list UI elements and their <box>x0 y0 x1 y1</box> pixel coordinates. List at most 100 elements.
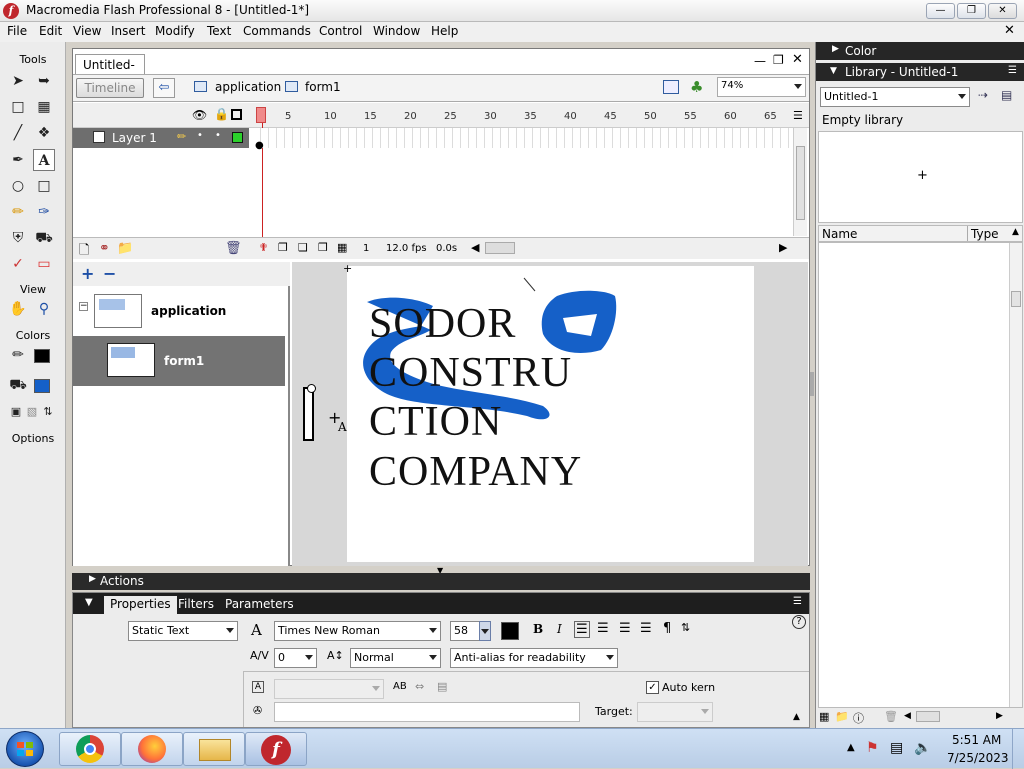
document-tab[interactable]: Untitled-1* <box>75 54 145 86</box>
text-tool-icon[interactable]: A <box>33 149 55 171</box>
pin-library-icon[interactable]: ⇢ <box>978 88 988 102</box>
zoom-tool-icon[interactable]: ⚲ <box>33 298 55 320</box>
visibility-dot[interactable]: • <box>197 130 203 141</box>
form-handle[interactable] <box>303 387 314 441</box>
doc-close-icon[interactable]: ✕ <box>792 52 803 67</box>
stage-text-line[interactable]: CONSTRU <box>369 349 572 397</box>
show-hidden-icons[interactable]: ▲ <box>847 742 855 753</box>
frame-track[interactable] <box>253 128 791 148</box>
stage-text-line[interactable]: COMPANY <box>369 448 582 496</box>
library-scroll-left-icon[interactable]: ◀ <box>904 711 911 721</box>
delete-layer-icon[interactable]: 🗑 <box>225 241 242 256</box>
properties-icon[interactable]: ⓘ <box>853 710 864 726</box>
menu-help[interactable]: Help <box>431 24 458 38</box>
insert-folder-icon[interactable]: 📁 <box>117 241 133 256</box>
timeline-vscroll[interactable] <box>793 128 807 236</box>
modify-onion-markers-icon[interactable]: ▦ <box>337 241 347 254</box>
library-scroll-right-icon[interactable]: ▶ <box>996 711 1003 721</box>
brush-tool-icon[interactable]: ✑ <box>33 201 55 223</box>
volume-icon[interactable]: 🔈 <box>914 740 931 756</box>
action-center-icon[interactable]: ⚑ <box>866 740 879 756</box>
swap-colors-icon[interactable]: ⇅ <box>37 401 59 423</box>
back-arrow-icon[interactable]: ⇦ <box>153 78 175 98</box>
ink-bottle-icon[interactable]: ⛨ <box>7 227 29 249</box>
edit-scene-icon[interactable] <box>663 80 679 94</box>
library-hscroll-thumb[interactable] <box>916 711 940 722</box>
library-panel-header[interactable]: ▼ Library - Untitled-1 ☰ <box>816 63 1024 81</box>
clock-time[interactable]: 5:51 AM <box>952 733 1001 747</box>
timeline-hscroll-thumb[interactable] <box>485 242 515 254</box>
paragraph-icon[interactable]: ¶ <box>663 621 671 636</box>
column-type[interactable]: Type <box>971 227 999 241</box>
delete-item-icon[interactable]: 🗑 <box>884 710 898 723</box>
actions-panel-header[interactable]: ▶ Actions <box>72 573 810 590</box>
eraser-icon[interactable]: ▭ <box>33 253 55 275</box>
layer-name[interactable]: Layer 1 <box>112 131 157 145</box>
edit-multiple-frames-icon[interactable]: ❒ <box>318 241 328 254</box>
auto-kern-checkbox[interactable]: ✓ <box>646 681 659 694</box>
lock-icon[interactable]: 🔒 <box>214 107 229 121</box>
stage-text-line[interactable]: SODOR <box>369 300 516 348</box>
selection-tool-icon[interactable]: ➤ <box>7 70 29 92</box>
edit-symbols-icon[interactable]: ♣ <box>690 78 703 96</box>
letter-spacing-input[interactable]: 0 <box>274 648 317 668</box>
paint-bucket-icon[interactable]: ⛟ <box>33 227 55 249</box>
stage-text-line[interactable]: CTION <box>369 398 502 446</box>
outline-icon[interactable] <box>231 109 242 120</box>
restore-button[interactable]: ❐ <box>957 3 986 19</box>
italic-icon[interactable]: I <box>557 622 562 636</box>
justify-icon[interactable]: ☰ <box>640 621 652 636</box>
clock-date[interactable]: 7/25/2023 <box>947 751 1009 765</box>
outline-color-swatch[interactable] <box>232 132 243 143</box>
link-input[interactable] <box>274 702 580 722</box>
pen-tool-icon[interactable]: ✒ <box>7 149 29 171</box>
menu-text[interactable]: Text <box>207 24 231 38</box>
timeline-toggle-button[interactable]: Timeline <box>76 78 144 98</box>
resize-corner-icon[interactable]: ▲ <box>793 712 800 722</box>
library-list[interactable] <box>818 242 1023 708</box>
collapse-arrow-icon[interactable]: ▼ <box>85 597 93 608</box>
library-vscroll[interactable] <box>1009 243 1022 707</box>
free-transform-icon[interactable]: □ <box>7 96 29 118</box>
fill-transform-icon[interactable]: ▦ <box>33 96 55 118</box>
align-center-icon[interactable]: ☰ <box>597 621 609 636</box>
menu-window[interactable]: Window <box>373 24 420 38</box>
bold-icon[interactable]: B <box>533 622 543 636</box>
lasso-tool-icon[interactable]: ❖ <box>33 122 55 144</box>
menu-insert[interactable]: Insert <box>111 24 145 38</box>
remove-screen-icon[interactable]: − <box>103 264 116 283</box>
network-icon[interactable]: ▤ <box>890 740 903 756</box>
new-symbol-icon[interactable]: ▦ <box>819 710 829 723</box>
anti-alias-select[interactable]: Anti-alias for readability <box>450 648 618 668</box>
library-menu-icon[interactable]: ☰ <box>1008 65 1017 76</box>
font-size-slider-icon[interactable] <box>479 621 491 641</box>
center-frame-icon[interactable]: ✟ <box>259 241 268 254</box>
panel-menu-icon[interactable]: ☰ <box>793 596 802 607</box>
line-tool-icon[interactable]: ╱ <box>7 122 29 144</box>
color-panel-header[interactable]: ▶ Color <box>816 42 1024 60</box>
doc-minimize-icon[interactable]: — <box>754 54 766 68</box>
frame-ruler[interactable]: 5 10 15 20 25 30 35 40 45 50 55 60 65 <box>253 103 791 128</box>
new-folder-icon[interactable]: 📁 <box>835 710 849 723</box>
hand-tool-icon[interactable]: ✋ <box>7 298 29 320</box>
onion-skin-icon[interactable]: ❐ <box>278 241 288 254</box>
menu-commands[interactable]: Commands <box>243 24 311 38</box>
border-icon[interactable]: ▤ <box>437 680 447 693</box>
close-button[interactable]: ✕ <box>988 3 1017 19</box>
breadcrumb-application[interactable]: application <box>215 80 281 94</box>
menu-modify[interactable]: Modify <box>155 24 195 38</box>
panel-collapse-handle[interactable] <box>810 372 814 396</box>
menu-edit[interactable]: Edit <box>39 24 62 38</box>
timeline-menu-icon[interactable]: ☰ <box>793 109 803 122</box>
font-select[interactable]: Times New Roman <box>274 621 441 641</box>
breadcrumb-form1[interactable]: form1 <box>305 80 341 94</box>
add-guide-layer-icon[interactable]: ⚭ <box>99 241 110 256</box>
tab-properties[interactable]: Properties <box>104 596 177 614</box>
menu-file[interactable]: File <box>7 24 27 38</box>
oval-tool-icon[interactable]: ○ <box>7 175 29 197</box>
add-screen-icon[interactable]: + <box>81 264 94 283</box>
stage-canvas[interactable]: SODOR CONSTRU CTION COMPANY <box>347 266 754 562</box>
scroll-right-icon[interactable]: ▶ <box>779 241 787 254</box>
menu-control[interactable]: Control <box>319 24 362 38</box>
subselection-tool-icon[interactable]: ➥ <box>33 70 55 92</box>
